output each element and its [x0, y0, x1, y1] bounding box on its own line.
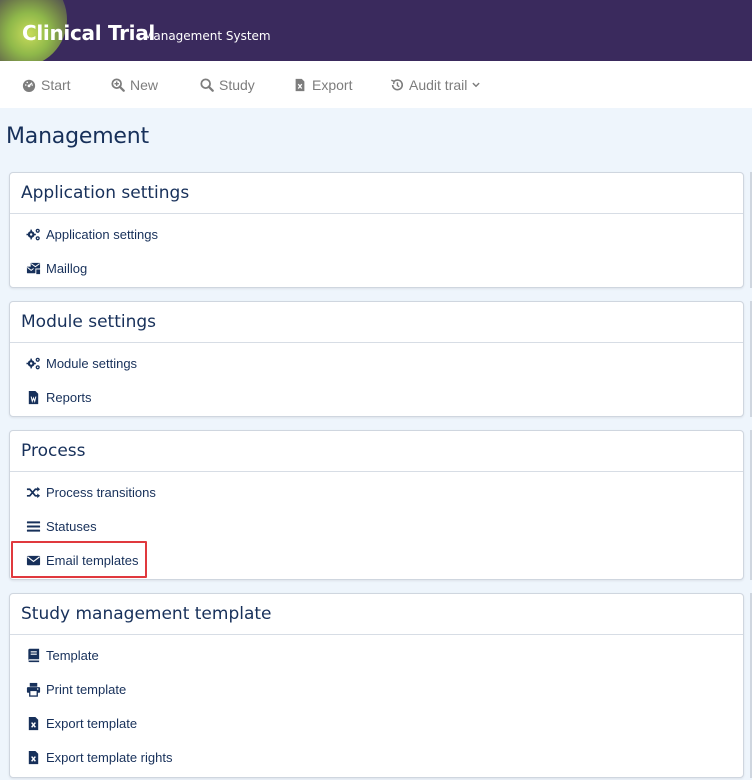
link-export-template[interactable]: Export template	[26, 714, 137, 732]
link-process-transitions[interactable]: Process transitions	[26, 483, 156, 501]
link-label: Maillog	[46, 260, 88, 276]
nav-export-label: Export	[312, 77, 353, 93]
link-label: Reports	[46, 389, 92, 405]
page-title: Management	[6, 124, 149, 149]
file-excel-icon	[28, 750, 39, 764]
card-header: Study management template	[10, 594, 743, 635]
top-navbar: Start New Study Export Audit trail	[0, 61, 752, 108]
nav-new-label: New	[130, 77, 159, 93]
file-word-icon	[28, 390, 39, 404]
card-module-settings: Module settings Module settings Reports	[9, 301, 744, 417]
book-icon	[28, 648, 40, 662]
card-study-management-template: Study management template Template Print…	[9, 593, 744, 778]
nav-study[interactable]: Study	[200, 76, 255, 94]
chevron-down-icon	[472, 82, 481, 88]
nav-start[interactable]: Start	[22, 76, 71, 94]
app-subtitle: Management System	[143, 29, 271, 43]
link-statuses[interactable]: Statuses	[26, 517, 97, 535]
mail-bulk-icon	[26, 262, 41, 274]
card-application-settings: Application settings Application setting…	[9, 172, 744, 288]
nav-start-label: Start	[41, 77, 71, 93]
search-icon	[200, 78, 214, 92]
file-excel-icon	[295, 78, 305, 92]
link-maillog[interactable]: Maillog	[26, 259, 87, 277]
link-label: Export template	[46, 715, 138, 731]
nav-export[interactable]: Export	[293, 76, 352, 94]
highlight-box	[11, 541, 147, 578]
dashboard-icon	[22, 79, 36, 92]
random-icon	[26, 486, 41, 498]
nav-audit-trail[interactable]: Audit trail	[390, 76, 481, 94]
card-header: Application settings	[10, 173, 743, 214]
link-label: Export template rights	[46, 749, 173, 765]
link-reports[interactable]: Reports	[26, 388, 92, 406]
link-label: Application settings	[46, 226, 159, 242]
bars-icon	[26, 520, 41, 532]
history-icon	[391, 79, 403, 91]
print-icon	[26, 682, 41, 697]
nav-study-label: Study	[219, 77, 255, 93]
link-application-settings[interactable]: Application settings	[26, 225, 158, 243]
link-export-template-rights[interactable]: Export template rights	[26, 748, 172, 766]
card-header: Process	[10, 431, 743, 472]
cogs-icon	[26, 357, 40, 369]
nav-audit-label: Audit trail	[409, 77, 468, 93]
nav-new[interactable]: New	[111, 76, 158, 94]
link-label: Template	[46, 647, 99, 663]
card-header: Module settings	[10, 302, 743, 343]
link-label: Process transitions	[46, 484, 156, 500]
link-label: Print template	[46, 681, 127, 697]
app-title: Clinical Trial	[22, 21, 155, 45]
link-print-template[interactable]: Print template	[26, 680, 126, 698]
search-plus-icon	[111, 78, 125, 92]
file-excel-icon	[28, 716, 39, 730]
link-module-settings[interactable]: Module settings	[26, 354, 137, 372]
link-label: Statuses	[46, 518, 97, 534]
link-template[interactable]: Template	[26, 646, 99, 664]
link-label: Module settings	[46, 355, 138, 371]
app-header: Clinical Trial Management System	[0, 0, 752, 61]
cogs-icon	[26, 228, 40, 240]
